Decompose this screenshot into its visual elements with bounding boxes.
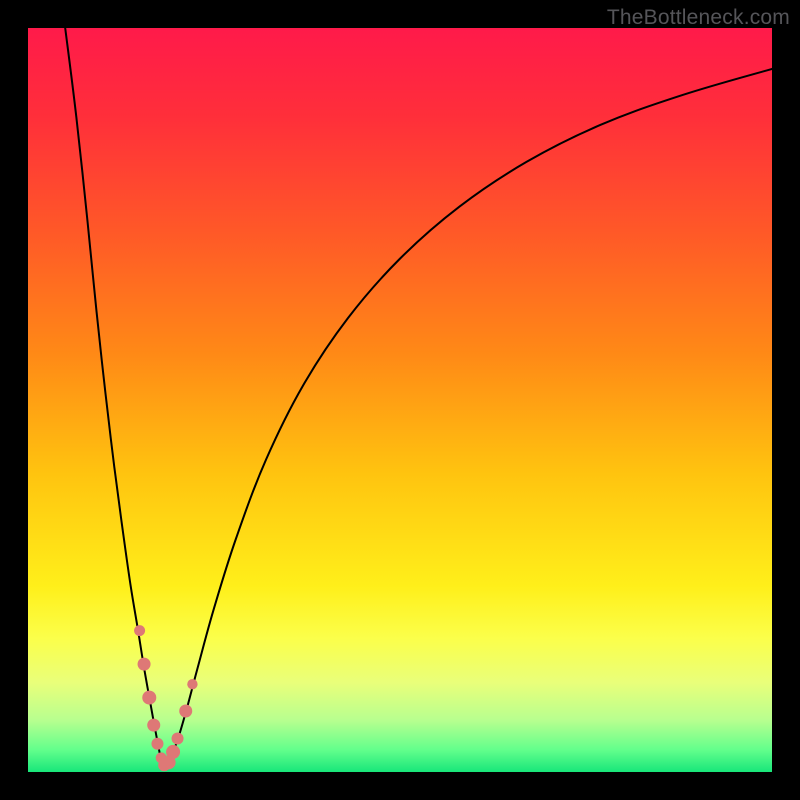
marker-point — [166, 745, 180, 759]
chart-svg — [28, 28, 772, 772]
marker-point — [151, 738, 163, 750]
marker-point — [187, 679, 197, 689]
watermark-text: TheBottleneck.com — [607, 6, 790, 30]
marker-point — [179, 704, 192, 717]
chart-frame: TheBottleneck.com — [0, 0, 800, 800]
marker-point — [172, 733, 184, 745]
marker-point — [138, 658, 151, 671]
marker-point — [147, 719, 160, 732]
marker-point — [134, 625, 145, 636]
marker-point — [142, 691, 156, 705]
plot-area — [28, 28, 772, 772]
